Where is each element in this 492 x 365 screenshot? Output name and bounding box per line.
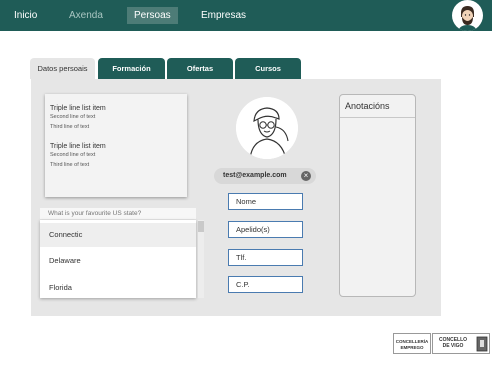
state-search-input[interactable] [40, 208, 196, 219]
tab-formacion[interactable]: Formación [98, 58, 165, 79]
tab-datos-persoais[interactable]: Datos persoais [30, 58, 95, 79]
list-item-tertiary: Third line of text [50, 162, 90, 168]
city-crest-icon [476, 336, 488, 352]
nav-item-inicio[interactable]: Inicio [14, 7, 37, 24]
concelleria-emprego-logo: CONCELLERÍA EMPREGO [393, 333, 431, 354]
tab-cursos[interactable]: Cursos [235, 58, 301, 79]
user-avatar-icon [452, 0, 483, 31]
nome-field[interactable]: Nome [228, 193, 303, 210]
list-item-primary: Triple line list item [50, 143, 106, 150]
list-item-primary: Triple line list item [50, 105, 106, 112]
nav-item-empresas[interactable]: Empresas [201, 7, 246, 24]
email-chip-label: test@example.com [223, 172, 287, 179]
concello-de-vigo-logo: CONCELLO DE VIGO [432, 333, 490, 354]
list-item-secondary: Second line of text [50, 152, 96, 158]
dropdown-option-delaware[interactable]: Delaware [40, 249, 196, 273]
profile-picture[interactable] [236, 97, 298, 159]
avatar[interactable] [452, 0, 483, 31]
person-illustration-icon [236, 97, 298, 159]
nav-item-axenda[interactable]: Axenda [69, 7, 103, 24]
notes-title: Anotacións [345, 101, 390, 111]
notes-divider [340, 117, 415, 118]
apelidos-field[interactable]: Apelido(s) [228, 221, 303, 238]
email-chip: test@example.com × [214, 168, 316, 184]
list-item[interactable]: Triple line list item Second line of tex… [50, 104, 106, 131]
dropdown-option-florida[interactable]: Florida [40, 276, 196, 300]
tab-ofertas[interactable]: Ofertas [167, 58, 233, 79]
dropdown-option-connecticut[interactable]: Connectic [40, 223, 196, 247]
dropdown-scrollbar-thumb[interactable] [198, 221, 204, 232]
list-item-secondary: Second line of text [50, 114, 96, 120]
state-dropdown: Connectic Delaware Florida [40, 220, 196, 298]
list-item[interactable]: Triple line list item Second line of tex… [50, 142, 106, 169]
nav-item-persoas[interactable]: Persoas [127, 7, 178, 24]
logo-right-line2: DE VIGO [442, 343, 464, 349]
top-nav-bar: Inicio Axenda Persoas Empresas [0, 0, 492, 31]
logo-left-line2: EMPREGO [400, 345, 424, 350]
logo-left-line1: CONCELLERÍA [395, 339, 429, 344]
list-card: Triple line list item Second line of tex… [45, 94, 187, 197]
cp-field[interactable]: C.P. [228, 276, 303, 293]
close-icon[interactable]: × [301, 171, 311, 181]
list-item-tertiary: Third line of text [50, 124, 90, 130]
tlf-field[interactable]: Tlf. [228, 249, 303, 266]
notes-textarea[interactable]: Anotacións [339, 94, 416, 297]
